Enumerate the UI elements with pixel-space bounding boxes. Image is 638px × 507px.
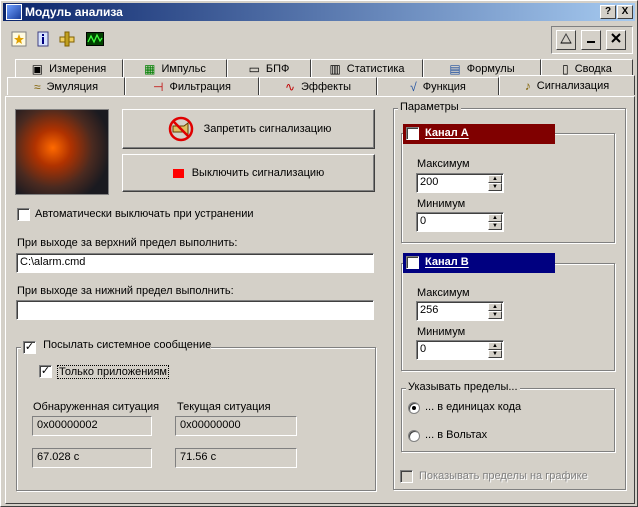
analysis-window: Модуль анализа ? X ▣ Измерения ▦ Импульс ▭… bbox=[0, 0, 638, 507]
spin-down-icon[interactable]: ▼ bbox=[488, 183, 502, 191]
current-time-field: 71.56 с bbox=[175, 448, 297, 468]
limits-volts-label: ... в Вольтах bbox=[425, 429, 488, 441]
spin-down-icon[interactable]: ▼ bbox=[488, 311, 502, 319]
upper-limit-label: При выходе за верхний предел выполнить: bbox=[17, 237, 238, 249]
tab-statistics[interactable]: ▥ Статистика bbox=[311, 59, 423, 77]
tab-alarm[interactable]: ♪ Сигнализация bbox=[499, 75, 635, 95]
apps-only-label: Только приложениям bbox=[57, 365, 169, 379]
forbid-alarm-label: Запретить сигнализацию bbox=[203, 123, 332, 135]
bar-chart-icon: ▥ bbox=[329, 61, 341, 76]
app-icon bbox=[6, 4, 22, 20]
current-situation-label: Текущая ситуация bbox=[177, 401, 271, 413]
channel-b-header: Канал B bbox=[403, 253, 555, 273]
channel-a-max-label: Максимум bbox=[417, 158, 470, 170]
trumpet-icon: ♪ bbox=[524, 78, 531, 93]
detected-code-field: 0x00000002 bbox=[32, 416, 152, 436]
spin-down-icon[interactable]: ▼ bbox=[488, 222, 502, 230]
channel-a-name: Канал A bbox=[425, 127, 469, 139]
turn-off-alarm-label: Выключить сигнализацию bbox=[191, 167, 325, 179]
filter-icon: ⊣ bbox=[153, 79, 164, 94]
calculator-icon: ▤ bbox=[449, 61, 461, 76]
spin-up-icon[interactable]: ▲ bbox=[488, 342, 502, 350]
limits-units-title: Указывать пределы... bbox=[406, 381, 520, 393]
grid-icon: ▦ bbox=[144, 61, 156, 76]
channel-a-header: ✓ Канал A bbox=[403, 124, 555, 144]
meter-icon: ▣ bbox=[31, 61, 44, 76]
limits-volts-radio[interactable] bbox=[408, 430, 420, 442]
limits-code-label: ... в единицах кода bbox=[425, 401, 522, 413]
channel-b-min-spinner[interactable]: 0 ▲ ▼ bbox=[416, 340, 504, 360]
fft-icon: ▭ bbox=[248, 61, 260, 76]
info-icon[interactable] bbox=[33, 29, 53, 49]
forbid-alarm-button[interactable]: Запретить сигнализацию bbox=[122, 109, 375, 149]
wave-icon: ≈ bbox=[33, 79, 41, 94]
channel-a-checkbox[interactable]: ✓ bbox=[406, 127, 419, 140]
channel-a-min-label: Минимум bbox=[417, 198, 466, 210]
effects-icon: ∿ bbox=[284, 79, 296, 94]
tab-fft[interactable]: ▭ БПФ bbox=[227, 59, 311, 77]
ruler-icon[interactable] bbox=[57, 29, 77, 49]
system-message-title: ✓ Посылать системное сообщение bbox=[21, 339, 212, 354]
star-icon[interactable] bbox=[9, 29, 29, 49]
limits-code-radio[interactable] bbox=[408, 402, 420, 414]
spin-up-icon[interactable]: ▲ bbox=[488, 175, 502, 183]
channel-a-min-value: 0 bbox=[420, 215, 427, 227]
tab-measurements[interactable]: ▣ Измерения bbox=[15, 59, 123, 77]
send-message-label: Посылать системное сообщение bbox=[43, 339, 212, 351]
channel-b-max-value: 256 bbox=[420, 304, 439, 316]
minimize-icon[interactable] bbox=[581, 30, 601, 50]
channel-a-max-spinner[interactable]: 200 ▲ ▼ bbox=[416, 173, 504, 193]
turn-off-alarm-button[interactable]: Выключить сигнализацию bbox=[122, 154, 375, 192]
window-tools bbox=[551, 26, 633, 54]
lower-limit-command-input[interactable] bbox=[16, 300, 374, 320]
detected-situation-label: Обнаруженная ситуация bbox=[33, 401, 160, 413]
channel-b-name: Канал B bbox=[425, 256, 469, 268]
tab-function[interactable]: √ Функция bbox=[377, 77, 499, 95]
show-limits-label: Показывать пределы на графике bbox=[419, 470, 588, 482]
auto-off-label: Автоматически выключать при устранении bbox=[35, 208, 254, 220]
lower-limit-label: При выходе за нижний предел выполнить: bbox=[17, 285, 234, 297]
close-icon[interactable] bbox=[606, 30, 626, 50]
channel-b-min-label: Минимум bbox=[417, 326, 466, 338]
tab-effects[interactable]: ∿ Эффекты bbox=[259, 77, 377, 95]
oscilloscope-icon[interactable] bbox=[85, 29, 105, 49]
help-button[interactable]: ? bbox=[600, 5, 616, 19]
print-icon[interactable] bbox=[556, 30, 576, 50]
tab-impulse[interactable]: ▦ Импульс bbox=[123, 59, 227, 77]
tab-filtering[interactable]: ⊣ Фильтрация bbox=[125, 77, 259, 95]
red-stop-icon bbox=[172, 168, 184, 178]
channel-b-min-value: 0 bbox=[420, 343, 427, 355]
window-title: Модуль анализа bbox=[25, 5, 123, 19]
alarm-preview-image bbox=[15, 109, 109, 195]
spin-up-icon[interactable]: ▲ bbox=[488, 303, 502, 311]
channel-b-max-spinner[interactable]: 256 ▲ ▼ bbox=[416, 301, 504, 321]
current-code-field: 0x00000000 bbox=[175, 416, 297, 436]
tab-emulation[interactable]: ≈ Эмуляция bbox=[7, 77, 125, 95]
show-limits-checkbox[interactable] bbox=[400, 470, 413, 483]
auto-off-checkbox[interactable] bbox=[17, 208, 30, 221]
upper-limit-command-input[interactable]: C:\alarm.cmd bbox=[16, 253, 374, 273]
limits-units-group bbox=[401, 388, 615, 452]
apps-only-checkbox[interactable]: ✓ bbox=[39, 365, 52, 378]
send-message-checkbox[interactable]: ✓ bbox=[23, 341, 36, 354]
no-trumpet-icon bbox=[168, 116, 193, 142]
channel-b-checkbox[interactable] bbox=[406, 256, 419, 269]
channel-b-max-label: Максимум bbox=[417, 287, 470, 299]
document-icon: ▯ bbox=[562, 61, 569, 76]
spin-down-icon[interactable]: ▼ bbox=[488, 350, 502, 358]
title-bar[interactable]: Модуль анализа ? X bbox=[3, 3, 635, 21]
close-button[interactable]: X bbox=[617, 5, 633, 19]
parameters-title: Параметры bbox=[398, 101, 461, 113]
spin-up-icon[interactable]: ▲ bbox=[488, 214, 502, 222]
function-icon: √ bbox=[410, 79, 417, 94]
detected-time-field: 67.028 с bbox=[32, 448, 152, 468]
channel-a-min-spinner[interactable]: 0 ▲ ▼ bbox=[416, 212, 504, 232]
channel-a-max-value: 200 bbox=[420, 176, 439, 188]
